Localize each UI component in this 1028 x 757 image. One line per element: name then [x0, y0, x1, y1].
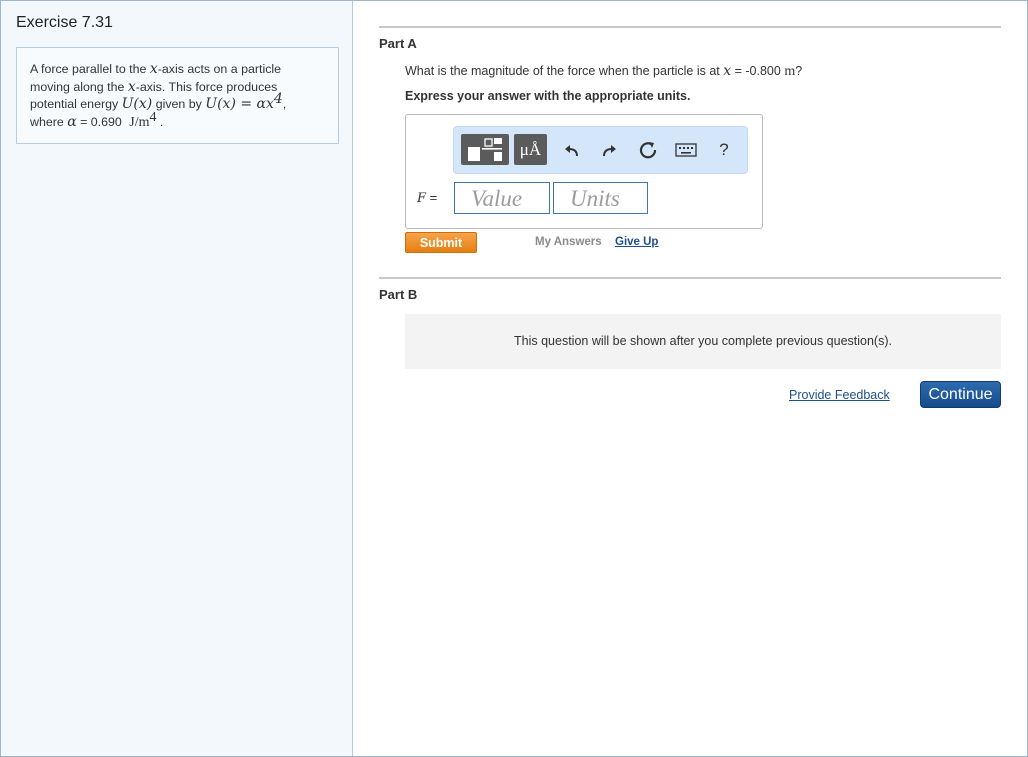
- math-exponent: 4: [273, 90, 283, 107]
- part-b-divider: [379, 277, 1001, 279]
- problem-statement: A force parallel to the x-axis acts on a…: [16, 47, 339, 144]
- part-a-question: What is the magnitude of the force when …: [405, 63, 802, 80]
- math-alpha: α: [67, 113, 77, 130]
- part-a-label: Part A: [379, 36, 417, 51]
- answer-instruction: Express your answer with the appropriate…: [405, 89, 691, 103]
- continue-button[interactable]: Continue: [920, 381, 1001, 408]
- exercise-sidebar: Exercise 7.31 A force parallel to the x-…: [1, 1, 353, 756]
- problem-text: potential energy: [30, 97, 122, 111]
- template-icon[interactable]: [461, 134, 509, 165]
- question-text: = -0.800: [731, 64, 785, 78]
- math-x: x: [723, 63, 732, 79]
- problem-text: given by: [152, 97, 206, 111]
- units-button[interactable]: μÅ: [514, 134, 547, 165]
- part-a-divider: [379, 26, 1001, 28]
- units-input[interactable]: Units: [553, 182, 648, 214]
- problem-text: A force parallel to the: [30, 62, 150, 76]
- problem-text: -axis acts on a particle: [157, 62, 282, 76]
- math-x: x: [127, 78, 136, 95]
- problem-text: ,: [282, 97, 287, 111]
- part-b-locked-box: This question will be shown after you co…: [405, 314, 1001, 369]
- reset-icon[interactable]: [635, 137, 661, 163]
- variable-F: F: [417, 191, 427, 206]
- redo-icon[interactable]: [596, 137, 622, 163]
- submit-button[interactable]: Submit: [405, 232, 477, 253]
- problem-text: moving along the: [30, 79, 128, 94]
- problem-text: .: [156, 114, 164, 129]
- math-Ux: U(x): [121, 96, 153, 112]
- problem-text: where: [30, 114, 68, 129]
- keyboard-icon[interactable]: [673, 137, 699, 163]
- part-b-message: This question will be shown after you co…: [514, 334, 892, 348]
- math-toolbar: μÅ ?: [453, 126, 748, 174]
- undo-icon[interactable]: [559, 137, 585, 163]
- exercise-title: Exercise 7.31: [16, 14, 113, 31]
- value-input[interactable]: Value: [454, 182, 550, 214]
- part-b-label: Part B: [379, 287, 418, 302]
- math-x: x: [149, 61, 158, 77]
- provide-feedback-link[interactable]: Provide Feedback: [789, 388, 890, 402]
- give-up-link[interactable]: Give Up: [615, 236, 658, 248]
- math-units: J/m: [129, 114, 150, 130]
- question-text: ?: [795, 64, 803, 78]
- problem-text: -axis. This force produces: [135, 79, 278, 94]
- my-answers-label: My Answers: [535, 236, 602, 248]
- question-text: What is the magnitude of the force when …: [405, 64, 724, 78]
- force-label: F =: [417, 190, 437, 206]
- equals-sign: =: [426, 190, 438, 205]
- math-unit: m: [784, 64, 796, 79]
- problem-text: = 0.690: [76, 114, 126, 129]
- help-button[interactable]: ?: [711, 137, 737, 163]
- math-formula: U(x) = αx: [205, 96, 274, 112]
